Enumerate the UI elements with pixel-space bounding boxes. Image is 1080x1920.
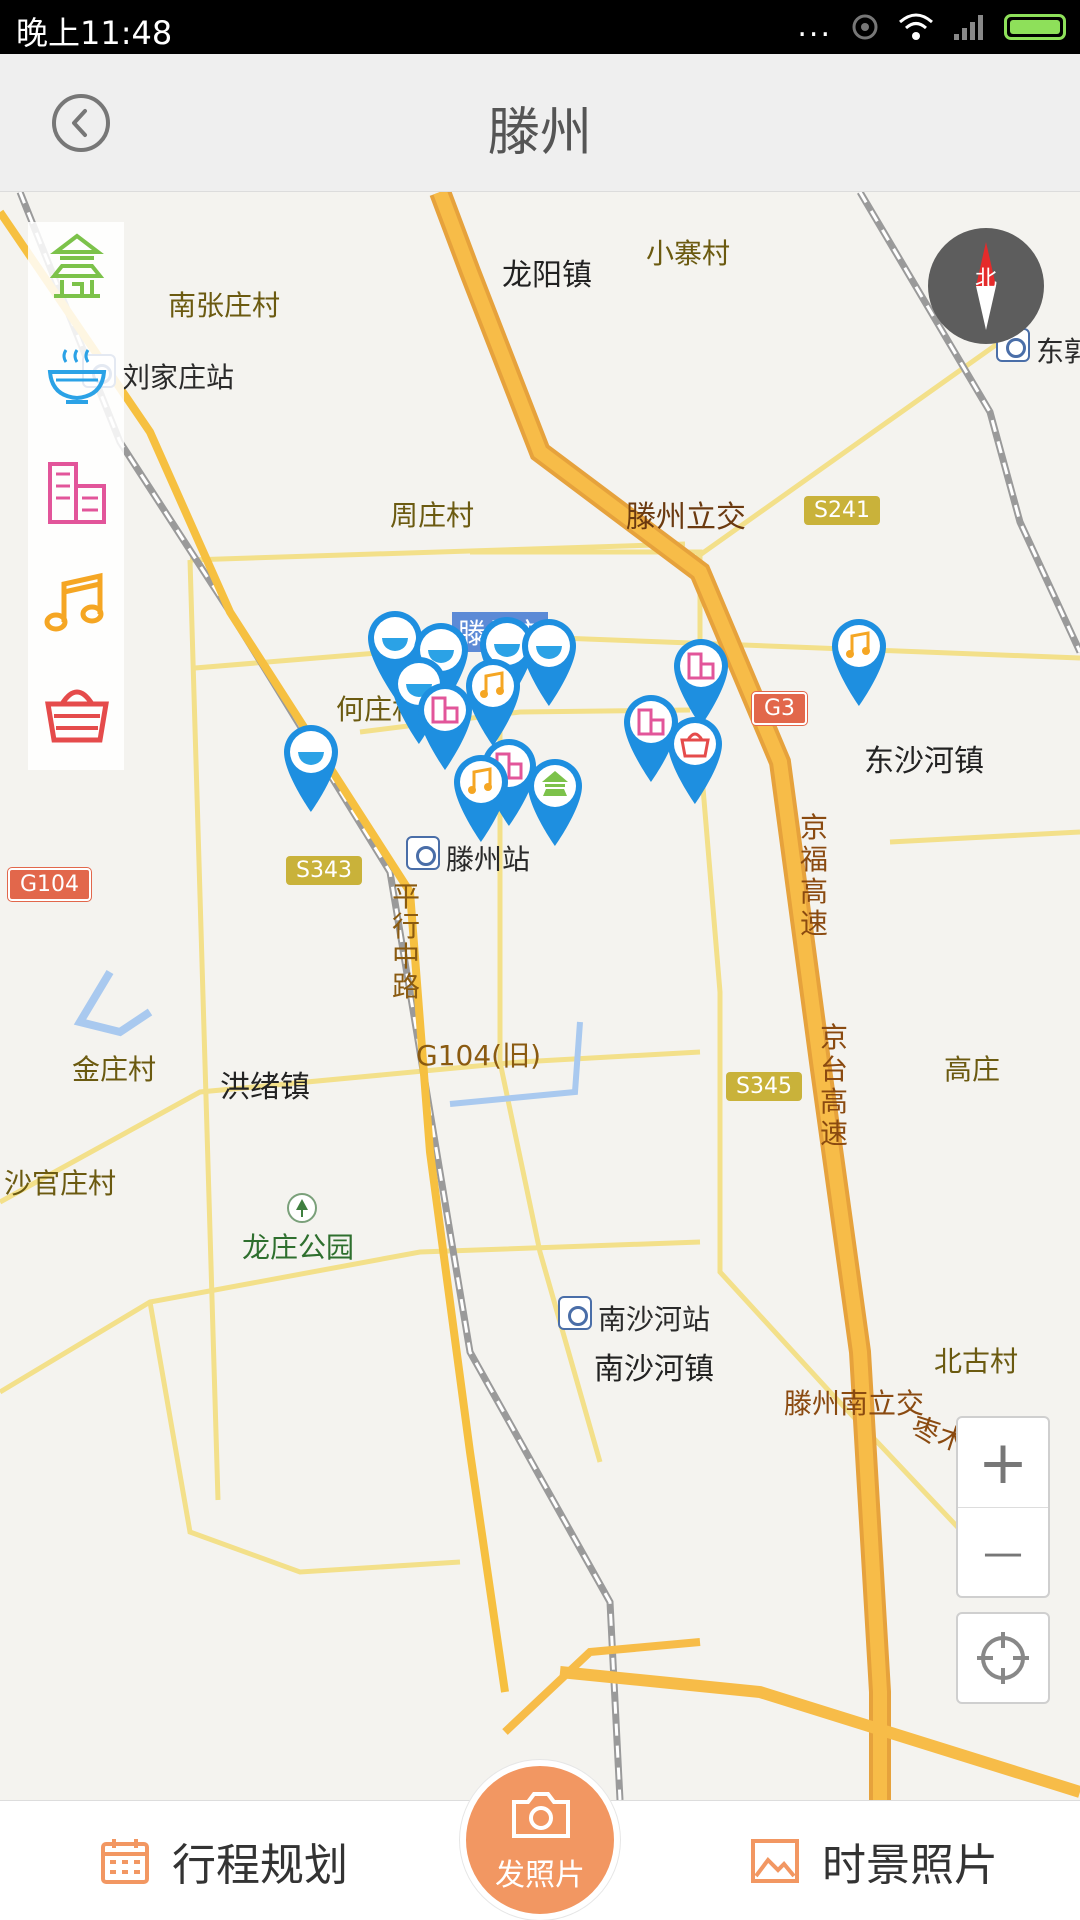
compass-north-label: 北 bbox=[975, 267, 997, 292]
map-label: 沙官庄村 bbox=[4, 1167, 117, 1200]
map-label: 南沙河镇 bbox=[594, 1352, 714, 1387]
map-label: 北古村 bbox=[934, 1345, 1019, 1378]
tab-itinerary-label: 行程规划 bbox=[172, 1840, 348, 1891]
park-icon bbox=[287, 1193, 317, 1223]
calendar-icon bbox=[101, 1839, 149, 1884]
post-photo-label: 发照片 bbox=[495, 1858, 585, 1893]
plus-icon: + bbox=[977, 1427, 1029, 1498]
battery-icon bbox=[1004, 14, 1066, 40]
signal-icon bbox=[954, 15, 983, 40]
bowl-icon bbox=[47, 349, 107, 404]
road-shield: G3 bbox=[752, 692, 808, 725]
category-scenic-button[interactable] bbox=[42, 232, 112, 302]
road-shield: S343 bbox=[286, 856, 362, 885]
category-hotel-button[interactable] bbox=[42, 458, 112, 528]
zoom-out-button[interactable]: — bbox=[958, 1508, 1048, 1598]
map-label: G104(旧) bbox=[416, 1039, 541, 1072]
scenic-marker[interactable] bbox=[524, 756, 586, 848]
camera-icon bbox=[512, 1792, 570, 1838]
status-time: 晚上11:48 bbox=[16, 14, 173, 52]
category-shopping-button[interactable] bbox=[42, 678, 112, 748]
food-marker[interactable] bbox=[280, 722, 342, 814]
map-label: 京福高速 bbox=[800, 811, 829, 940]
building-icon bbox=[48, 462, 106, 524]
header-bar: 滕州 bbox=[0, 54, 1080, 192]
station-icon bbox=[406, 836, 440, 870]
picture-icon bbox=[751, 1839, 799, 1883]
shopping-marker[interactable] bbox=[664, 714, 726, 806]
compass-icon: 北 bbox=[975, 242, 997, 330]
map-label: 周庄村 bbox=[390, 499, 475, 532]
music-marker[interactable] bbox=[450, 752, 512, 844]
map-roads bbox=[0, 192, 1080, 1800]
map-label: 东沙河镇 bbox=[864, 744, 984, 779]
map-label: 平行中路 bbox=[392, 880, 421, 1003]
locate-button[interactable] bbox=[956, 1612, 1050, 1704]
map-label: 滕州立交 bbox=[626, 500, 746, 535]
status-bar: 晚上11:48 ... bbox=[0, 0, 1080, 54]
post-photo-button[interactable]: 发照片 bbox=[460, 1760, 620, 1920]
basket-icon bbox=[45, 689, 109, 743]
map-label: 小寨村 bbox=[646, 237, 731, 270]
page-title: 滕州 bbox=[487, 103, 592, 163]
map-label: 高庄 bbox=[944, 1053, 1001, 1086]
road-shield: G104 bbox=[8, 868, 92, 901]
map-label: 龙庄公园 bbox=[242, 1231, 355, 1264]
tab-itinerary[interactable]: 行程规划 bbox=[100, 1831, 348, 1891]
app-root: 晚上11:48 ... 滕州 龙阳镇 小寨村 南张庄村 刘家庄站 东郭 周庄村 … bbox=[0, 0, 1080, 1920]
map-label: 滕州站 bbox=[446, 843, 531, 876]
tab-photos-label: 时景照片 bbox=[822, 1840, 998, 1891]
compass-button[interactable]: 北 bbox=[928, 228, 1044, 344]
category-entertainment-button[interactable] bbox=[42, 568, 112, 638]
road-shield: S241 bbox=[804, 496, 880, 525]
map-label: 龙阳镇 bbox=[502, 258, 592, 293]
zoom-controls: + — bbox=[956, 1416, 1050, 1598]
map-view[interactable]: 龙阳镇 小寨村 南张庄村 刘家庄站 东郭 周庄村 滕州立交 S241 何庄村 G… bbox=[0, 192, 1080, 1800]
zoom-in-button[interactable]: + bbox=[958, 1418, 1048, 1508]
tab-photos[interactable]: 时景照片 bbox=[750, 1831, 998, 1891]
map-label: 南沙河站 bbox=[598, 1303, 711, 1336]
map-label: 洪绪镇 bbox=[220, 1070, 310, 1105]
hotspot-icon bbox=[852, 14, 878, 40]
music-marker[interactable] bbox=[828, 616, 890, 708]
map-label: 金庄村 bbox=[72, 1053, 157, 1086]
map-label: 刘家庄站 bbox=[122, 361, 235, 394]
category-food-button[interactable] bbox=[42, 342, 112, 412]
wifi-icon bbox=[899, 13, 933, 40]
category-panel bbox=[28, 222, 124, 770]
status-icons: ... bbox=[797, 10, 1066, 44]
map-label: 京台高速 bbox=[820, 1021, 849, 1150]
road-shield: S345 bbox=[726, 1072, 802, 1101]
station-icon bbox=[558, 1296, 592, 1330]
minus-icon: — bbox=[983, 1530, 1023, 1576]
map-label: 南张庄村 bbox=[168, 289, 281, 322]
more-dots-icon: ... bbox=[797, 9, 832, 44]
crosshair-icon bbox=[977, 1632, 1029, 1684]
food-marker[interactable] bbox=[518, 616, 580, 708]
map-label: 滕州南立交 bbox=[784, 1387, 925, 1420]
pagoda-icon bbox=[49, 233, 105, 298]
music-note-icon bbox=[44, 572, 104, 632]
